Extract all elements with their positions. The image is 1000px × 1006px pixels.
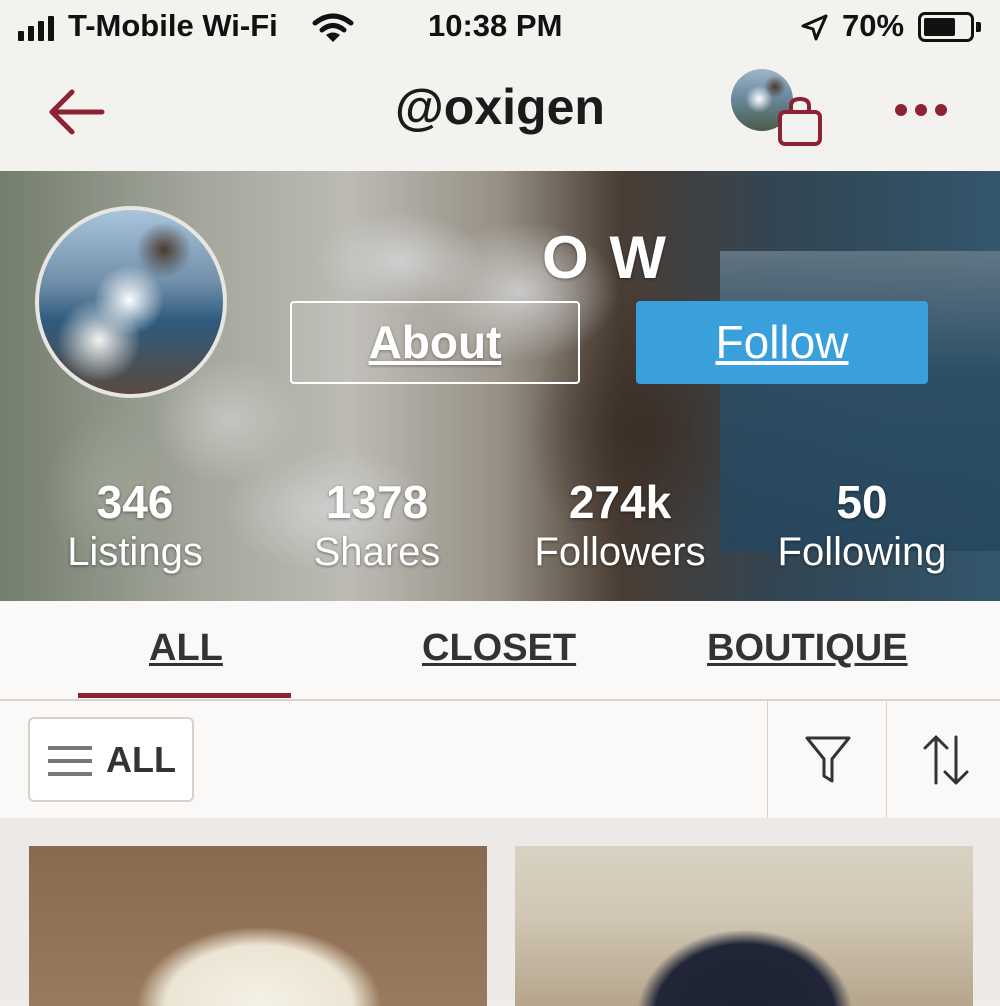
tab-all[interactable]: ALL [149, 627, 223, 670]
stat-value: 274k [568, 476, 672, 528]
shopping-bag-icon [778, 96, 822, 146]
stat-listings[interactable]: 346 Listings [15, 476, 255, 576]
listing-card[interactable] [29, 846, 487, 1006]
divider [886, 701, 887, 818]
category-filter-button[interactable]: ALL [28, 717, 194, 802]
my-closet-button[interactable] [728, 66, 828, 146]
category-filter-label: ALL [106, 739, 176, 780]
battery-icon [918, 12, 982, 42]
battery-percent: 70% [842, 8, 905, 43]
stat-label: Following [777, 530, 947, 574]
display-name: O W [542, 224, 668, 291]
wifi-icon [312, 13, 354, 42]
tab-boutique[interactable]: BOUTIQUE [707, 627, 908, 670]
divider [767, 701, 768, 818]
nav-bar: @oxigen [0, 56, 1000, 172]
more-dots-icon[interactable] [893, 100, 949, 120]
status-bar: T-Mobile Wi-Fi 10:38 PM 70% [0, 0, 1000, 56]
closet-tabs: ALL CLOSET BOUTIQUE [0, 601, 1000, 701]
about-button[interactable]: About [290, 301, 580, 384]
listing-card[interactable] [515, 846, 973, 1006]
profile-cover: O W About Follow 346 Listings 1378 Share… [0, 171, 1000, 601]
filter-funnel-icon[interactable] [804, 735, 852, 785]
page-title: @oxigen [395, 79, 605, 135]
location-arrow-icon [801, 14, 828, 41]
stat-value: 50 [836, 476, 888, 528]
stat-label: Shares [313, 530, 441, 574]
follow-button[interactable]: Follow [636, 301, 928, 384]
profile-avatar[interactable] [35, 206, 227, 398]
stat-followers[interactable]: 274k Followers [500, 476, 740, 576]
stat-label: Followers [534, 530, 706, 574]
cellular-signal-icon [18, 15, 60, 41]
sort-arrows-icon[interactable] [922, 733, 970, 787]
tab-closet[interactable]: CLOSET [422, 627, 576, 670]
menu-lines-icon [48, 746, 92, 776]
active-tab-indicator [78, 693, 291, 698]
listing-grid [0, 818, 1000, 1006]
carrier-label: T-Mobile Wi-Fi [68, 8, 278, 43]
stat-following[interactable]: 50 Following [742, 476, 982, 576]
stat-value: 1378 [325, 476, 429, 528]
stat-value: 346 [96, 476, 174, 528]
stat-shares[interactable]: 1378 Shares [257, 476, 497, 576]
back-arrow-icon[interactable] [46, 86, 106, 138]
clock-time: 10:38 PM [428, 8, 563, 43]
filter-bar: ALL [0, 701, 1000, 819]
stat-label: Listings [67, 530, 203, 574]
